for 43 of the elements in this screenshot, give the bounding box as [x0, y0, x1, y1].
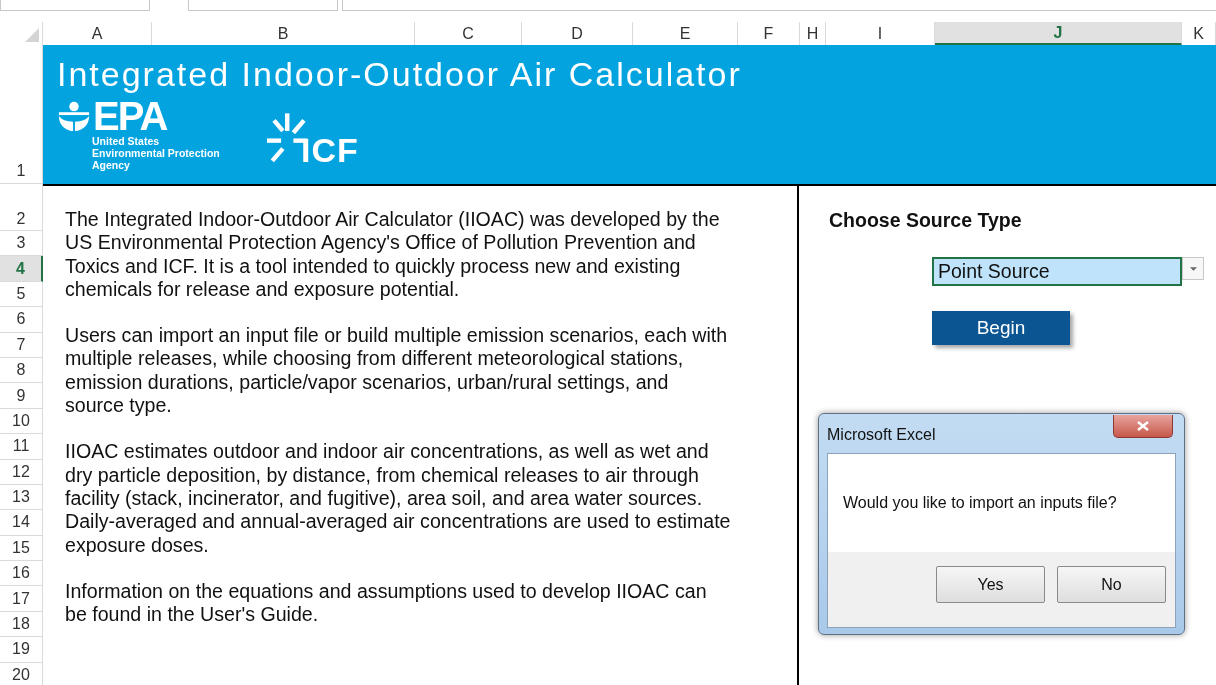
row-header[interactable]: 16	[0, 561, 43, 587]
source-type-label: Choose Source Type	[829, 209, 1023, 232]
formula-bar[interactable]	[342, 0, 1216, 11]
dialog-message: Would you like to import an inputs file?	[843, 494, 1117, 512]
row-header[interactable]: 18	[0, 611, 43, 638]
description-paragraph: Users can import an input file or build multiple emission scenarios, each with multiple releases, while choosing from different meteorological stations, emission durations, particle/vapor scenarios, urban/rural settings, and source type.	[65, 324, 729, 418]
row-header[interactable]: 14	[0, 510, 43, 536]
row-header[interactable]: 19	[0, 637, 43, 663]
no-button[interactable]: No	[1057, 566, 1166, 603]
row-header[interactable]: 7	[0, 332, 43, 358]
row-header[interactable]: 5	[0, 281, 43, 308]
begin-button[interactable]: Begin	[932, 311, 1070, 345]
dialog-title: Microsoft Excel	[827, 426, 936, 444]
select-all-icon[interactable]	[23, 26, 39, 42]
row-header[interactable]: 9	[0, 383, 43, 409]
description-paragraph: The Integrated Indoor-Outdoor Air Calculator (IIOAC) was developed by the US Environmental Protection Agency's Office of Pollution Prevention and Toxics and ICF. It is a tool intended to quickly process new and existing chemicals for release and exposure potential.	[65, 208, 721, 302]
row-header[interactable]: 10	[0, 408, 43, 435]
row-header[interactable]: 17	[0, 586, 43, 612]
flower-logo-icon	[57, 99, 91, 133]
description-paragraph: IIOAC estimates outdoor and indoor air concentrations, as well as wet and dry particle deposition, by distance, from chemical releases to air through facility (stack, incinerator, and fugitive), area soil, and area water sources. Daily-averaged and annual-averaged air concentrations are used to estimate exposure doses.	[65, 440, 732, 557]
row-header[interactable]: 2	[0, 184, 43, 231]
icf-wordmark: ICF	[301, 135, 359, 165]
name-box[interactable]	[0, 0, 150, 11]
row-header[interactable]: 11	[0, 434, 43, 460]
row-header[interactable]: 15	[0, 535, 43, 562]
source-type-cell[interactable]: Point Source	[932, 257, 1182, 286]
row-header[interactable]: 4	[0, 256, 43, 282]
row-header[interactable]: 6	[0, 307, 43, 333]
row-header[interactable]: 8	[0, 357, 43, 384]
toolbar-field[interactable]	[188, 0, 338, 11]
row-header[interactable]: 13	[0, 484, 43, 511]
banner-title: Integrated Indoor-Outdoor Air Calculator	[57, 55, 743, 93]
row-header[interactable]: 12	[0, 459, 43, 485]
close-button[interactable]	[1113, 415, 1173, 438]
description-paragraph: Information on the equations and assumptions used to develop IIOAC can be found in the User's Guide.	[65, 579, 708, 627]
yes-button[interactable]: Yes	[936, 566, 1045, 603]
column-header[interactable]: J	[935, 22, 1182, 45]
row-header[interactable]: 20	[0, 662, 43, 685]
close-icon	[1137, 421, 1149, 431]
caret-icon	[1189, 266, 1197, 271]
epa-wordmark: EPA	[93, 97, 167, 135]
agency-name: United States Environmental Protection Agency	[92, 135, 221, 171]
dropdown-button[interactable]	[1182, 257, 1204, 280]
